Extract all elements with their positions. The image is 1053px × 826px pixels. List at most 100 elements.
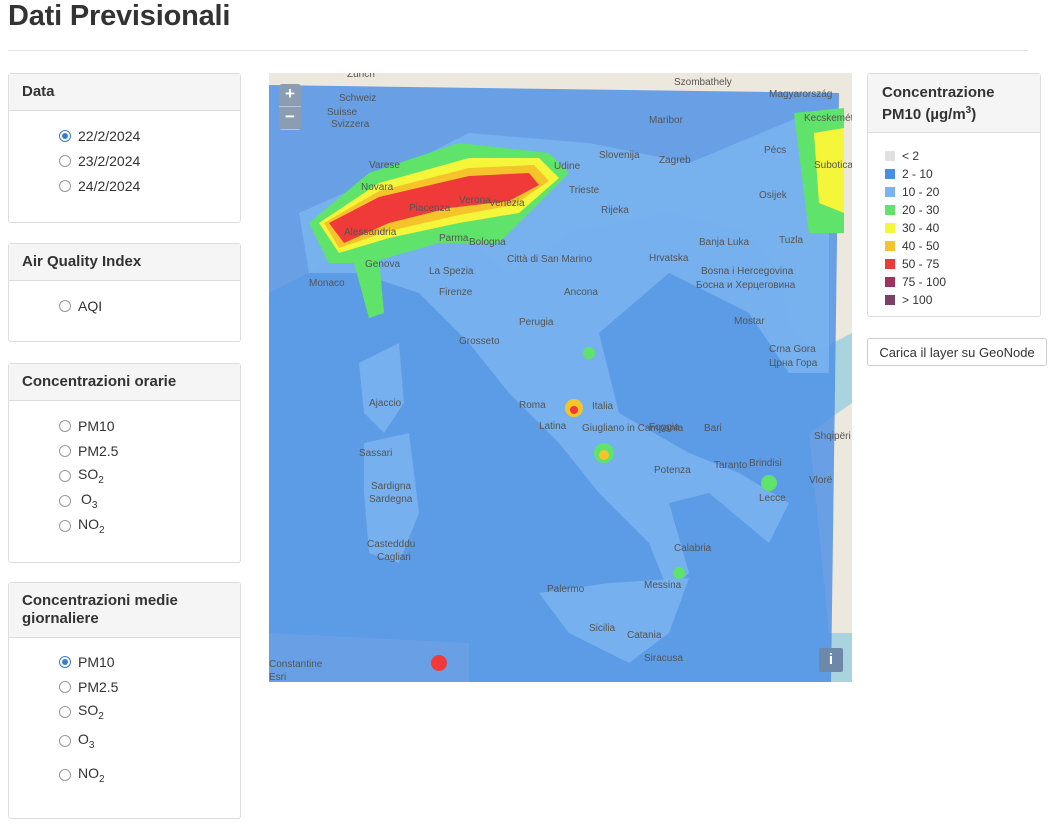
map-place-label: Calabria (674, 543, 712, 554)
radio-button[interactable] (59, 735, 71, 747)
map-place-label: Shqipëri (814, 431, 851, 442)
map-place-label: Zürich (347, 73, 375, 80)
hourly-option-pm25[interactable]: PM2.5 (59, 438, 240, 463)
map-place-label: Magyarország (769, 89, 832, 100)
map-place-label: Vlorë (809, 475, 833, 486)
daily-option-no2[interactable]: NO2 (59, 758, 240, 792)
radio-label: 23/2/2024 (78, 152, 141, 169)
map-place-label: Città di San Marino (507, 254, 592, 265)
date-option-2[interactable]: 23/2/2024 (59, 148, 240, 173)
legend-item: 30 - 40 (885, 219, 1040, 237)
map-place-label: Sardegna (369, 494, 413, 505)
radio-button[interactable] (59, 469, 71, 482)
map-place-label: Suisse (327, 107, 357, 118)
legend-label: 30 - 40 (902, 221, 940, 235)
legend-swatch (885, 151, 895, 161)
legend-swatch (885, 241, 895, 251)
hourly-option-so2[interactable]: SO2 (59, 463, 240, 488)
map-place-label: Црна Гора (769, 358, 818, 369)
daily-option-pm25[interactable]: PM2.5 (59, 674, 240, 699)
daily-panel: Concentrazioni medie giornaliere PM10 PM… (8, 582, 241, 819)
map-place-label: Novara (361, 182, 394, 193)
map-place-label: Maribor (649, 115, 684, 126)
daily-option-o3[interactable]: O3 (59, 724, 240, 758)
radio-button[interactable] (59, 680, 71, 693)
legend-label: 75 - 100 (902, 275, 947, 289)
map-place-label: Hrvatska (649, 253, 689, 264)
map-place-label: Roma (519, 400, 546, 411)
hourly-option-o3[interactable]: O3 (59, 488, 240, 513)
map-place-label: Босна и Херцеговина (696, 280, 796, 291)
map-place-label: Genova (365, 259, 400, 270)
map-place-label: Piacenza (409, 203, 451, 214)
radio-button[interactable] (59, 154, 71, 167)
legend-swatch (885, 223, 895, 233)
map-place-label: Messina (644, 580, 682, 591)
info-button[interactable]: i (819, 648, 843, 672)
radio-label: 24/2/2024 (78, 177, 141, 194)
legend-swatch (885, 295, 895, 305)
legend-label: 2 - 10 (902, 167, 933, 181)
daily-option-pm10[interactable]: PM10 (59, 649, 240, 674)
map-place-label: Svizzera (331, 119, 370, 130)
map-place-label: Zagreb (659, 155, 691, 166)
map-place-label: Cagliari (377, 552, 411, 563)
map-place-label: La Spezia (429, 266, 474, 277)
radio-label: PM2.5 (78, 442, 119, 459)
radio-button[interactable] (59, 444, 71, 457)
map-place-label: Latina (539, 421, 567, 432)
map-place-label: Sicilia (589, 623, 616, 634)
map-place-label: Crna Gora (769, 344, 816, 355)
aqi-option[interactable]: AQI (59, 293, 240, 318)
zoom-in-button[interactable]: + (279, 84, 301, 107)
map-place-label: Bologna (469, 237, 506, 248)
radio-button[interactable] (59, 705, 71, 718)
radio-button[interactable] (59, 519, 71, 532)
map-place-label: Sassari (359, 448, 392, 459)
legend-item: 20 - 30 (885, 201, 1040, 219)
radio-button[interactable] (59, 299, 71, 312)
map-place-label: Verona (459, 195, 491, 206)
radio-button[interactable] (59, 494, 71, 507)
map-place-label: Parma (439, 233, 469, 244)
map-view[interactable]: Zürich Szombathely Magyarország Schweiz Suis… (269, 73, 852, 682)
map-place-label: Osijek (759, 190, 788, 201)
map-place-label: Palermo (547, 584, 585, 595)
map-place-label: Potenza (654, 465, 691, 476)
map-place-label: Constantine (269, 659, 323, 670)
hourly-option-no2[interactable]: NO2 (59, 513, 240, 538)
legend-item: 50 - 75 (885, 255, 1040, 273)
legend-items: < 2 2 - 10 10 - 20 20 - 30 30 - 40 40 - 50 50 … (868, 133, 1040, 309)
zoom-out-button[interactable]: − (279, 107, 301, 130)
radio-button[interactable] (59, 179, 71, 192)
date-option-1[interactable]: 22/2/2024 (59, 123, 240, 148)
radio-button[interactable] (59, 419, 71, 432)
radio-label: O3 (81, 490, 98, 511)
map-place-label: Tuzla (779, 235, 804, 246)
legend-label: 40 - 50 (902, 239, 940, 253)
radio-label: SO2 (78, 465, 104, 486)
map-place-label: Siracusa (644, 653, 683, 664)
map-place-label: Lecce (759, 493, 786, 504)
radio-button[interactable] (59, 129, 71, 142)
daily-panel-title: Concentrazioni medie giornaliere (9, 583, 240, 638)
map-place-label: Kecskemét (804, 113, 852, 124)
geonode-upload-button[interactable]: Carica il layer su GeoNode (867, 338, 1047, 366)
map-place-label: Taranto (714, 460, 748, 471)
zoom-control: + − (279, 84, 301, 130)
hourly-option-pm10[interactable]: PM10 (59, 413, 240, 438)
daily-option-so2[interactable]: SO2 (59, 699, 240, 724)
map-place-label: Catania (627, 630, 662, 641)
legend-label: < 2 (902, 149, 920, 163)
date-option-3[interactable]: 24/2/2024 (59, 173, 240, 198)
map-place-label: Giugliano in Campania (582, 423, 684, 434)
radio-button[interactable] (59, 655, 71, 668)
map-place-label: Slovenija (599, 150, 640, 161)
map-place-label: Subotica (814, 160, 852, 171)
legend-swatch (885, 277, 895, 287)
date-panel: Data 22/2/2024 23/2/2024 24/2/2024 (8, 73, 241, 223)
radio-label: NO2 (78, 515, 105, 536)
hourly-panel-title: Concentrazioni orarie (9, 364, 240, 401)
hotspot-lecce (761, 475, 777, 491)
radio-button[interactable] (59, 769, 71, 781)
